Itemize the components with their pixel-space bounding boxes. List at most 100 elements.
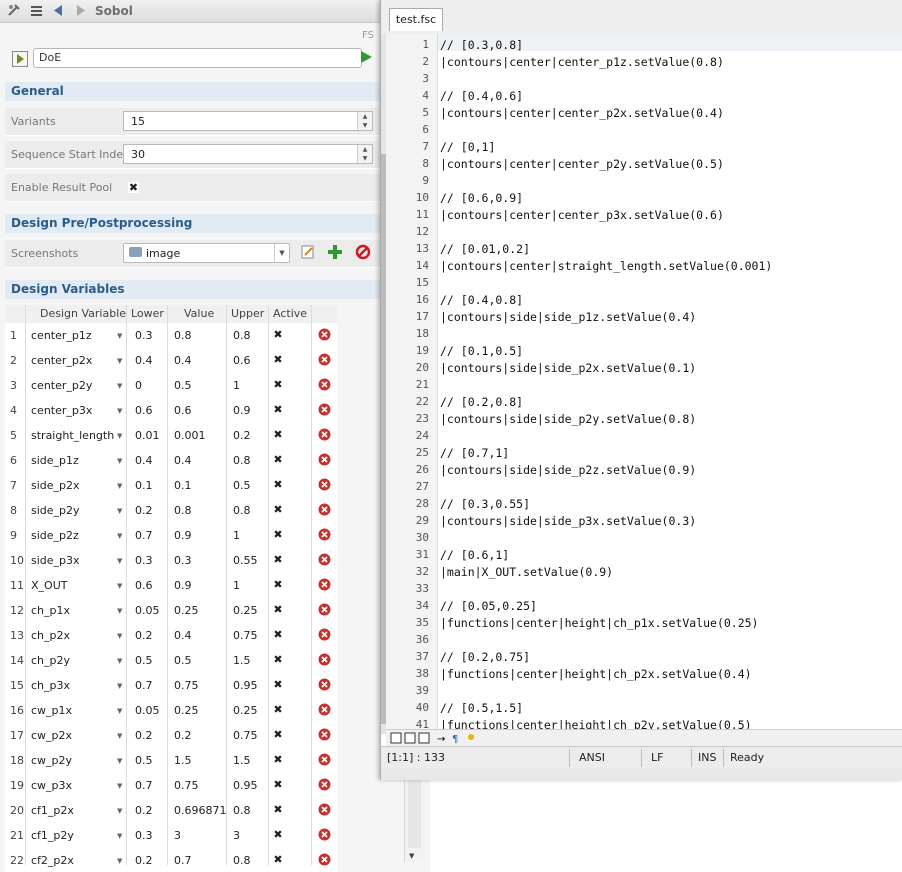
variable-name[interactable]: side_p2y — [31, 504, 80, 517]
code-line[interactable]: // [0,1] — [440, 140, 495, 154]
code-line[interactable]: |contours|center|center_p2x.setValue(0.4… — [440, 106, 724, 120]
code-line[interactable]: // [0.4,0.6] — [440, 89, 523, 103]
code-line[interactable]: // [0.2,0.8] — [440, 395, 523, 409]
upper-value[interactable]: 0.8 — [233, 329, 251, 342]
delete-icon[interactable] — [318, 403, 331, 416]
code-line[interactable]: |contours|side|side_p2y.setValue(0.8) — [440, 412, 696, 426]
lower-value[interactable]: 0.1 — [135, 479, 153, 492]
encoding-status[interactable]: ANSI — [579, 751, 605, 764]
variable-name[interactable]: ch_p3x — [31, 679, 70, 692]
variable-name[interactable]: ch_p2x — [31, 629, 70, 642]
code-line[interactable]: // [0.4,0.8] — [440, 293, 523, 307]
variable-name[interactable]: center_p1z — [31, 329, 92, 342]
chevron-down-icon[interactable]: ▼ — [117, 532, 122, 540]
code-area[interactable]: // [0.3,0.8] |contours|center|center_p1z.… — [438, 34, 902, 729]
upper-value[interactable]: 0.75 — [233, 729, 258, 742]
upper-value[interactable]: 0.8 — [233, 854, 251, 867]
active-checkbox[interactable]: ✖ — [273, 679, 283, 690]
chevron-down-icon[interactable]: ▼ — [117, 382, 122, 390]
active-checkbox[interactable]: ✖ — [273, 404, 283, 415]
active-checkbox[interactable]: ✖ — [273, 579, 283, 590]
active-checkbox[interactable]: ✖ — [273, 754, 283, 765]
current-value[interactable]: 0.5 — [174, 654, 192, 667]
lower-value[interactable]: 0.3 — [135, 329, 153, 342]
lower-value[interactable]: 0.7 — [135, 529, 153, 542]
menu-icon[interactable] — [29, 3, 44, 18]
spinner-arrows-icon[interactable]: ▲ ▼ — [357, 112, 372, 130]
table-row[interactable]: 14 ch_p2y 0.5 0.5 1.5 ▼ ✖ — [5, 648, 337, 674]
lower-value[interactable]: 0.4 — [135, 354, 153, 367]
chevron-down-icon[interactable]: ▼ — [117, 807, 122, 815]
delete-icon[interactable] — [318, 353, 331, 366]
insert-mode-status[interactable]: INS — [698, 751, 716, 764]
active-checkbox[interactable]: ✖ — [273, 604, 283, 615]
upper-value[interactable]: 0.25 — [233, 704, 258, 717]
table-row[interactable]: 18 cw_p2y 0.5 1.5 1.5 ▼ ✖ — [5, 748, 337, 774]
variable-name[interactable]: side_p2x — [31, 479, 80, 492]
upper-value[interactable]: 0.5 — [233, 479, 251, 492]
upper-value[interactable]: 0.6 — [233, 354, 251, 367]
chevron-down-icon[interactable]: ▼ — [117, 782, 122, 790]
lower-value[interactable]: 0.05 — [135, 604, 160, 617]
current-value[interactable]: 0.2 — [174, 729, 192, 742]
upper-value[interactable]: 0.2 — [233, 429, 251, 442]
variable-name[interactable]: straight_length — [31, 429, 114, 442]
chevron-down-icon[interactable]: ▼ — [117, 682, 122, 690]
variable-name[interactable]: cf2_p2x — [31, 854, 74, 867]
delete-icon[interactable] — [318, 528, 331, 541]
doe-name-field[interactable]: DoE — [33, 48, 362, 68]
code-line[interactable]: // [0.6,0.9] — [440, 191, 523, 205]
code-line[interactable]: |contours|side|side_p3x.setValue(0.3) — [440, 514, 696, 528]
current-value[interactable]: 0.8 — [174, 504, 192, 517]
delete-icon[interactable] — [318, 578, 331, 591]
table-row[interactable]: 12 ch_p1x 0.05 0.25 0.25 ▼ ✖ — [5, 598, 337, 624]
code-line[interactable]: |contours|center|center_p2y.setValue(0.5… — [440, 157, 724, 171]
delete-icon[interactable] — [318, 328, 331, 341]
forward-icon[interactable] — [73, 3, 88, 18]
back-icon[interactable] — [51, 3, 66, 18]
code-line[interactable]: // [0.05,0.25] — [440, 599, 537, 613]
code-line[interactable]: // [0.1,0.5] — [440, 344, 523, 358]
table-row[interactable]: 16 cw_p1x 0.05 0.25 0.25 ▼ ✖ — [5, 698, 337, 724]
delete-icon[interactable] — [318, 428, 331, 441]
current-value[interactable]: 0.25 — [174, 704, 199, 717]
variable-name[interactable]: cf1_p2x — [31, 804, 74, 817]
lower-value[interactable]: 0.01 — [135, 429, 160, 442]
variable-name[interactable]: side_p1z — [31, 454, 79, 467]
delete-icon[interactable] — [318, 503, 331, 516]
code-line[interactable]: // [0.3,0.8] — [440, 38, 523, 52]
col-design-variable[interactable]: Design Variable — [40, 307, 126, 320]
active-checkbox[interactable]: ✖ — [273, 354, 283, 365]
active-checkbox[interactable]: ✖ — [273, 629, 283, 640]
code-line[interactable]: // [0.01,0.2] — [440, 242, 530, 256]
delete-icon[interactable] — [318, 703, 331, 716]
current-value[interactable]: 0.9 — [174, 529, 192, 542]
variable-name[interactable]: center_p2y — [31, 379, 92, 392]
table-row[interactable]: 11 X_OUT 0.6 0.9 1 ▼ ✖ — [5, 573, 337, 599]
table-row[interactable]: 13 ch_p2x 0.2 0.4 0.75 ▼ ✖ — [5, 623, 337, 649]
chevron-down-icon[interactable]: ▼ — [117, 457, 122, 465]
chevron-down-icon[interactable]: ▼ — [117, 607, 122, 615]
lower-value[interactable]: 0.6 — [135, 579, 153, 592]
current-value[interactable]: 0.75 — [174, 679, 199, 692]
tab-test-fsc[interactable]: test.fsc — [389, 8, 443, 31]
spinner-arrows-icon[interactable]: ▲ ▼ — [357, 145, 372, 163]
table-row[interactable]: 22 cf2_p2x 0.2 0.7 0.8 ▼ ✖ — [5, 848, 337, 872]
delete-icon[interactable] — [318, 828, 331, 841]
table-row[interactable]: 4 center_p3x 0.6 0.6 0.9 ▼ ✖ — [5, 398, 337, 424]
current-value[interactable]: 0.4 — [174, 354, 192, 367]
code-line[interactable]: |contours|center|center_p1z.setValue(0.8… — [440, 55, 724, 69]
upper-value[interactable]: 0.75 — [233, 629, 258, 642]
table-row[interactable]: 7 side_p2x 0.1 0.1 0.5 ▼ ✖ — [5, 473, 337, 499]
table-row[interactable]: 8 side_p2y 0.2 0.8 0.8 ▼ ✖ — [5, 498, 337, 524]
section-design-pre-post[interactable]: Design Pre/Postprocessing — [5, 214, 385, 233]
current-value[interactable]: 1.5 — [174, 754, 192, 767]
active-checkbox[interactable]: ✖ — [273, 804, 283, 815]
run-icon[interactable] — [359, 49, 373, 68]
delete-icon[interactable] — [318, 478, 331, 491]
delete-icon[interactable] — [318, 803, 331, 816]
variable-name[interactable]: center_p3x — [31, 404, 92, 417]
sequence-start-spinner[interactable]: 30 ▲ ▼ — [123, 144, 373, 164]
active-checkbox[interactable]: ✖ — [273, 429, 283, 440]
chevron-down-icon[interactable]: ▼ — [117, 632, 122, 640]
